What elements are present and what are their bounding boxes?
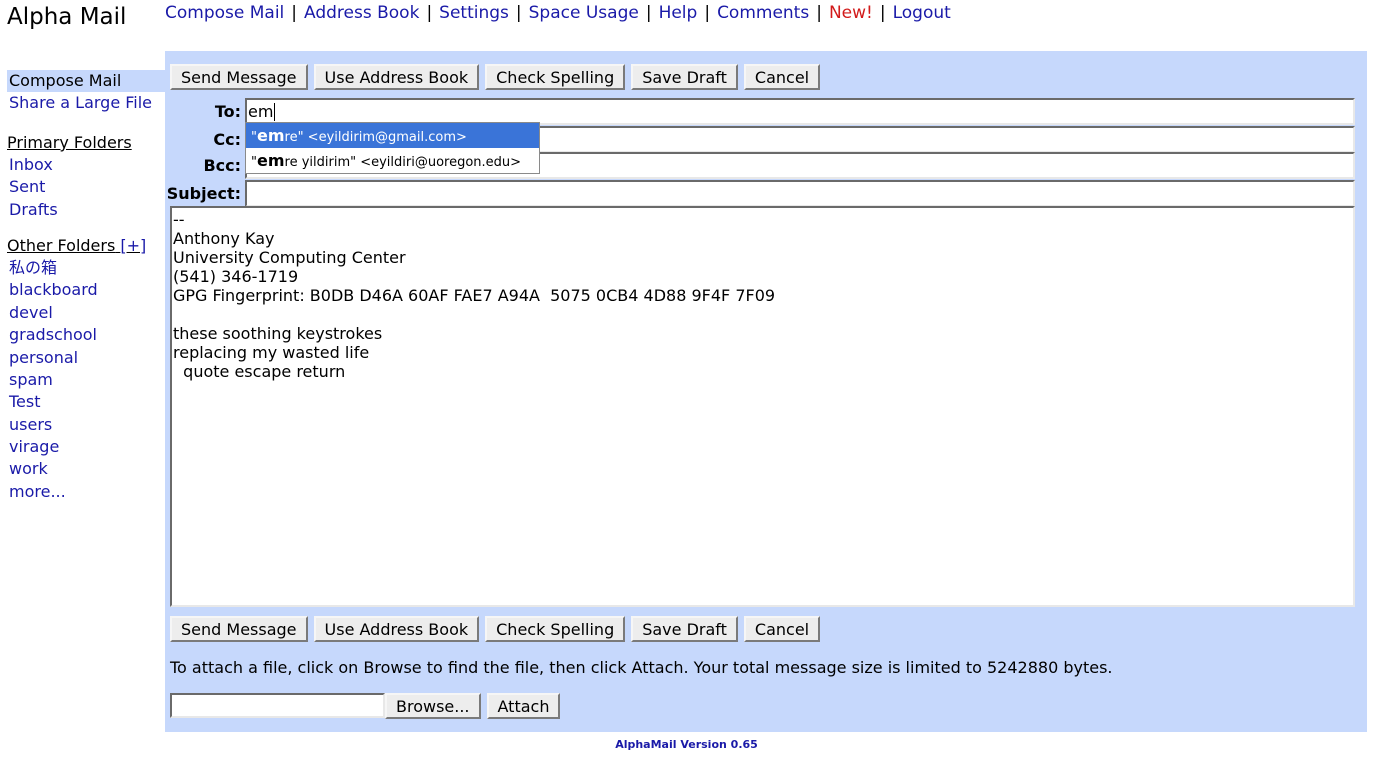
attach-controls: Browse... Attach xyxy=(385,693,561,719)
text-caret xyxy=(274,102,276,121)
sidebar-compose-mail[interactable]: Compose Mail xyxy=(7,70,165,93)
subject-label: Subject: xyxy=(166,184,241,203)
folder-devel[interactable]: devel xyxy=(7,302,165,324)
autocomplete-option[interactable]: "emre" <eyildirim@gmail.com> xyxy=(246,123,539,148)
nav-separator: | xyxy=(291,3,298,23)
folder-personal[interactable]: personal xyxy=(7,347,165,369)
to-field-value: em xyxy=(248,102,274,121)
nav-separator: | xyxy=(816,3,822,23)
nav-logout[interactable]: Logout xyxy=(893,3,951,23)
autocomplete-rest: re" <eyildirim@gmail.com> xyxy=(284,130,467,145)
folder-work[interactable]: work xyxy=(7,458,165,480)
bottom-toolbar: Send Message Use Address Book Check Spel… xyxy=(170,616,821,642)
compose-panel: Send Message Use Address Book Check Spel… xyxy=(165,51,1367,732)
nav-space-usage[interactable]: Space Usage xyxy=(529,3,639,23)
folder-virage[interactable]: virage xyxy=(7,436,165,458)
check-spelling-button[interactable]: Check Spelling xyxy=(485,616,626,642)
bcc-label: Bcc: xyxy=(203,156,241,175)
autocomplete-match: em xyxy=(256,151,285,170)
nav-separator: | xyxy=(426,3,433,23)
nav-separator: | xyxy=(645,3,652,23)
nav-compose-mail[interactable]: Compose Mail xyxy=(165,3,284,23)
nav-settings[interactable]: Settings xyxy=(439,3,509,23)
cc-label: Cc: xyxy=(213,130,241,149)
nav-separator: | xyxy=(515,3,522,23)
cancel-button[interactable]: Cancel xyxy=(743,64,821,90)
top-toolbar: Send Message Use Address Book Check Spel… xyxy=(170,64,821,90)
to-label: To: xyxy=(214,102,241,121)
cancel-button[interactable]: Cancel xyxy=(743,616,821,642)
version-footer: AlphaMail Version 0.65 xyxy=(615,738,758,751)
folder-watashi-no-hako[interactable]: 私の箱 xyxy=(7,257,165,279)
folder-blackboard[interactable]: blackboard xyxy=(7,279,165,301)
autocomplete-match: em xyxy=(256,126,285,145)
add-folder-link[interactable]: [+] xyxy=(120,236,146,255)
attach-instructions: To attach a file, click on Browse to fin… xyxy=(170,658,1113,677)
folder-inbox[interactable]: Inbox xyxy=(7,154,165,176)
alpha-mail-window: Alpha Mail Compose Mail | Address Book | Set… xyxy=(0,0,1373,777)
message-body-textarea[interactable]: -- Anthony Kay University Computing Cent… xyxy=(170,206,1355,607)
folder-test[interactable]: Test xyxy=(7,391,165,413)
folder-spam[interactable]: spam xyxy=(7,369,165,391)
send-message-button[interactable]: Send Message xyxy=(170,64,308,90)
save-draft-button[interactable]: Save Draft xyxy=(631,616,738,642)
other-folders-heading: Other Folders [+] xyxy=(7,235,165,257)
subject-field[interactable] xyxy=(245,180,1355,207)
check-spelling-button[interactable]: Check Spelling xyxy=(485,64,626,90)
autocomplete-option[interactable]: "emre yildirim" <eyildiri@uoregon.edu> xyxy=(246,148,539,173)
primary-folders-label: Primary Folders xyxy=(7,132,132,152)
top-navigation: Compose Mail | Address Book | Settings | Space… xyxy=(165,3,951,23)
address-autocomplete-dropdown: "emre" <eyildirim@gmail.com> "emre yildi… xyxy=(245,122,540,174)
file-path-input[interactable] xyxy=(170,693,385,718)
use-address-book-button[interactable]: Use Address Book xyxy=(313,64,480,90)
sidebar-share-large-file[interactable]: Share a Large File xyxy=(7,92,165,114)
to-field[interactable]: em xyxy=(245,98,1355,125)
nav-new[interactable]: New! xyxy=(829,3,873,23)
browse-button[interactable]: Browse... xyxy=(385,693,481,719)
attach-button[interactable]: Attach xyxy=(486,693,561,719)
other-folders-label: Other Folders xyxy=(7,235,116,255)
folder-sent[interactable]: Sent xyxy=(7,176,165,198)
primary-folders-heading: Primary Folders xyxy=(7,132,165,154)
folder-more[interactable]: more... xyxy=(7,481,165,503)
app-title: Alpha Mail xyxy=(7,4,127,30)
folder-gradschool[interactable]: gradschool xyxy=(7,324,165,346)
nav-separator: | xyxy=(704,3,711,23)
use-address-book-button[interactable]: Use Address Book xyxy=(313,616,480,642)
autocomplete-rest: re yildirim" <eyildiri@uoregon.edu> xyxy=(284,155,522,170)
nav-separator: | xyxy=(879,3,886,23)
save-draft-button[interactable]: Save Draft xyxy=(631,64,738,90)
nav-help[interactable]: Help xyxy=(659,3,698,23)
folder-users[interactable]: users xyxy=(7,414,165,436)
nav-comments[interactable]: Comments xyxy=(717,3,809,23)
folder-drafts[interactable]: Drafts xyxy=(7,199,165,221)
nav-address-book[interactable]: Address Book xyxy=(304,3,419,23)
send-message-button[interactable]: Send Message xyxy=(170,616,308,642)
sidebar: Compose Mail Share a Large File Primary … xyxy=(7,70,165,503)
